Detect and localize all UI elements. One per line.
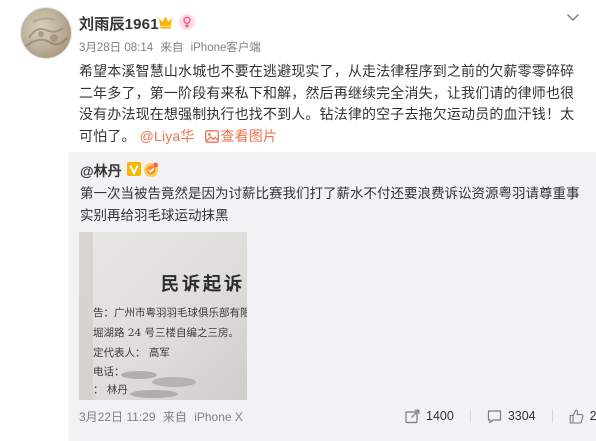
comment-button[interactable]: 3304 <box>487 409 536 424</box>
document-line-5: ： 林丹 <box>93 383 128 396</box>
original-author[interactable]: @林丹 <box>80 161 122 181</box>
document-line-3: 定代表人： 高军 <box>93 346 170 359</box>
document-line-1: 告：广州市粤羽羽毛球俱乐部有限公司, <box>93 306 247 319</box>
document-line-4: 电话： <box>93 365 125 378</box>
like-thumb-icon <box>569 409 584 424</box>
share-button[interactable]: 1400 <box>405 409 454 424</box>
avatar[interactable] <box>21 8 71 58</box>
post-meta: 3月28日 08:14 来自 iPhone客户端 <box>79 39 265 55</box>
share-icon <box>405 409 420 423</box>
female-icon <box>179 14 195 30</box>
mention-link[interactable]: @Liya华 <box>140 128 195 144</box>
document-line-2: 堀湖路 24 号三楼自编之三房。 <box>93 326 239 339</box>
member-badge-icon[interactable] <box>143 162 159 178</box>
post-source[interactable]: iPhone客户端 <box>191 42 261 54</box>
like-button[interactable]: 24308 <box>569 409 596 424</box>
post-time[interactable]: 3月28日 08:14 <box>79 42 153 54</box>
username[interactable]: 刘雨辰1961 <box>79 13 159 34</box>
divider <box>469 409 471 423</box>
view-image-link[interactable]: 查看图片 <box>221 128 278 144</box>
comment-count: 3304 <box>507 409 536 423</box>
original-post-meta: 3月22日 11:29 来自 iPhone X <box>79 408 247 425</box>
original-post-actions: 1400 3304 24308 <box>405 406 596 426</box>
verified-v-icon[interactable] <box>127 162 141 176</box>
vip-crown-badge-icon[interactable] <box>157 14 174 30</box>
repost-box[interactable]: @林丹 第一次当被告竟然是因为讨薪比赛我们打了薪水不付还要浪费诉讼资源粤羽请尊重… <box>69 152 596 441</box>
post-text: 希望本溪智慧山水城也不要在逃避现实了，从走法律程序到之前的欠薪零零碎碎二年多了，… <box>79 61 584 147</box>
original-post-text: 第一次当被告竟然是因为讨薪比赛我们打了薪水不付还要浪费诉讼资源粤羽请尊重事实别再… <box>80 186 580 223</box>
like-count: 24308 <box>589 409 596 423</box>
lawsuit-document-image[interactable]: 民诉起诉 告：广州市粤羽羽毛球俱乐部有限公司, 堀湖路 24 号三楼自编之三房。… <box>79 232 247 400</box>
original-post-source[interactable]: iPhone X <box>194 410 243 424</box>
chevron-down-icon[interactable] <box>566 13 580 22</box>
original-post-via-prefix: 来自 <box>162 410 187 424</box>
divider <box>551 409 553 423</box>
share-count: 1400 <box>426 409 454 423</box>
post-via-prefix: 来自 <box>160 42 184 54</box>
document-title: 民诉起诉 <box>161 273 245 295</box>
comment-icon <box>487 409 501 423</box>
picture-icon[interactable] <box>204 129 219 143</box>
original-post-time[interactable]: 3月22日 11:29 <box>79 410 156 424</box>
